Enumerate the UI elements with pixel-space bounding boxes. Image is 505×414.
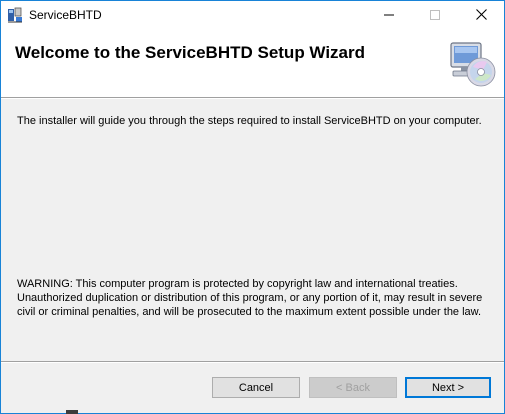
- close-icon: [475, 7, 487, 25]
- maximize-button[interactable]: [412, 1, 458, 31]
- minimize-button[interactable]: [366, 1, 412, 31]
- taskbar-edge: [66, 410, 78, 414]
- cancel-button[interactable]: Cancel: [212, 377, 300, 398]
- back-button[interactable]: < Back: [309, 377, 397, 398]
- installer-app-icon: [7, 7, 23, 23]
- setup-wizard-window: ServiceBHTD Welcome to the ServiceBHTD S…: [0, 0, 505, 414]
- copyright-warning: WARNING: This computer program is protec…: [17, 278, 483, 318]
- minimize-icon: [384, 7, 394, 25]
- close-button[interactable]: [458, 1, 504, 31]
- maximize-icon: [430, 7, 440, 25]
- window-title: ServiceBHTD: [29, 8, 102, 22]
- wizard-title: Welcome to the ServiceBHTD Setup Wizard: [15, 43, 365, 62]
- computer-cd-icon: [447, 39, 497, 89]
- title-bar[interactable]: ServiceBHTD: [1, 1, 504, 31]
- header-divider: [1, 97, 504, 99]
- intro-text: The installer will guide you through the…: [17, 115, 482, 127]
- wizard-header: Welcome to the ServiceBHTD Setup Wizard: [1, 31, 504, 97]
- next-button[interactable]: Next >: [405, 377, 491, 398]
- footer-divider: [1, 361, 504, 363]
